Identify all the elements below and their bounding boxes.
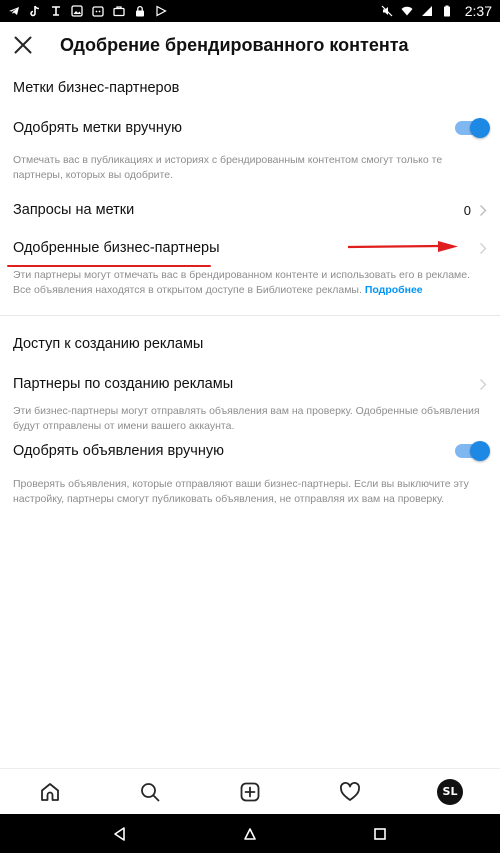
approve-ads-label: Одобрять объявления вручную	[13, 443, 224, 459]
search-icon	[141, 782, 160, 801]
nav-profile[interactable]: SL	[430, 772, 470, 812]
section-title-ad-creation: Доступ к созданию рекламы	[13, 336, 204, 352]
approve-ads-toggle[interactable]	[455, 441, 490, 461]
create-icon	[240, 782, 260, 801]
approve-ads-description: Проверять объявления, которые отправляют…	[13, 478, 469, 505]
app-header: Одобрение брендированного контента	[0, 22, 500, 68]
avatar: SL	[437, 778, 463, 805]
system-home-button[interactable]	[230, 814, 270, 853]
toggle-knob	[470, 441, 490, 461]
approved-partners-description: Эти партнеры могут отмечать вас в бренди…	[0, 268, 500, 298]
mute-icon	[381, 5, 393, 17]
battery-icon	[441, 5, 453, 17]
approve-tags-row[interactable]: Одобрять метки вручную	[0, 116, 500, 140]
nav-create[interactable]	[230, 772, 270, 812]
home-icon	[244, 827, 256, 840]
recents-icon	[374, 827, 386, 840]
ad-partners-row[interactable]: Партнеры по созданию рекламы	[0, 372, 500, 396]
image-icon	[71, 5, 83, 17]
briefcase-icon	[113, 5, 125, 17]
approve-tags-description: Отмечать вас в публикациях и историях с …	[13, 154, 443, 181]
telegram-icon	[8, 5, 20, 17]
ad-partners-description: Эти бизнес-партнеры могут отправлять объ…	[13, 405, 480, 432]
annotation-arrow-icon	[348, 241, 458, 252]
status-bar: 2:37	[0, 0, 500, 22]
close-button[interactable]	[0, 22, 46, 68]
section-divider	[0, 315, 500, 316]
approve-tags-toggle[interactable]	[455, 118, 490, 138]
chevron-right-icon	[479, 204, 487, 217]
tag-requests-label: Запросы на метки	[13, 202, 135, 218]
tiktok-icon	[29, 5, 41, 17]
heart-icon	[340, 781, 360, 801]
home-icon	[41, 782, 59, 801]
system-back-button[interactable]	[100, 814, 140, 853]
chevron-right-icon	[479, 378, 487, 391]
system-navigation-bar	[0, 814, 500, 853]
lock-icon	[134, 5, 146, 17]
learn-more-link[interactable]: Подробнее	[365, 284, 423, 296]
tag-requests-row[interactable]: Запросы на метки 0	[0, 198, 500, 222]
tag-requests-count: 0	[463, 202, 471, 218]
approved-partners-label: Одобренные бизнес-партнеры	[13, 240, 220, 256]
chevron-right-icon	[479, 242, 487, 255]
nav-home[interactable]	[30, 772, 70, 812]
page-title: Одобрение брендированного контента	[60, 34, 409, 55]
signal-icon	[421, 5, 433, 17]
approve-ads-row[interactable]: Одобрять объявления вручную	[0, 439, 500, 463]
system-recents-button[interactable]	[360, 814, 400, 853]
android-icon	[92, 5, 104, 17]
clock: 2:37	[464, 3, 492, 19]
section-title-partner-tags: Метки бизнес-партнеров	[13, 80, 180, 96]
approve-tags-label: Одобрять метки вручную	[13, 120, 182, 136]
back-icon	[114, 826, 125, 841]
play-store-icon	[155, 5, 167, 17]
annotation-underline	[7, 265, 211, 267]
wifi-icon	[401, 5, 413, 17]
nav-search[interactable]	[130, 772, 170, 812]
ad-partners-label: Партнеры по созданию рекламы	[13, 376, 234, 392]
bottom-navigation: SL	[0, 768, 500, 814]
nav-activity[interactable]	[330, 772, 370, 812]
toggle-knob	[470, 118, 490, 138]
close-icon	[14, 36, 32, 54]
text-icon	[50, 5, 62, 17]
